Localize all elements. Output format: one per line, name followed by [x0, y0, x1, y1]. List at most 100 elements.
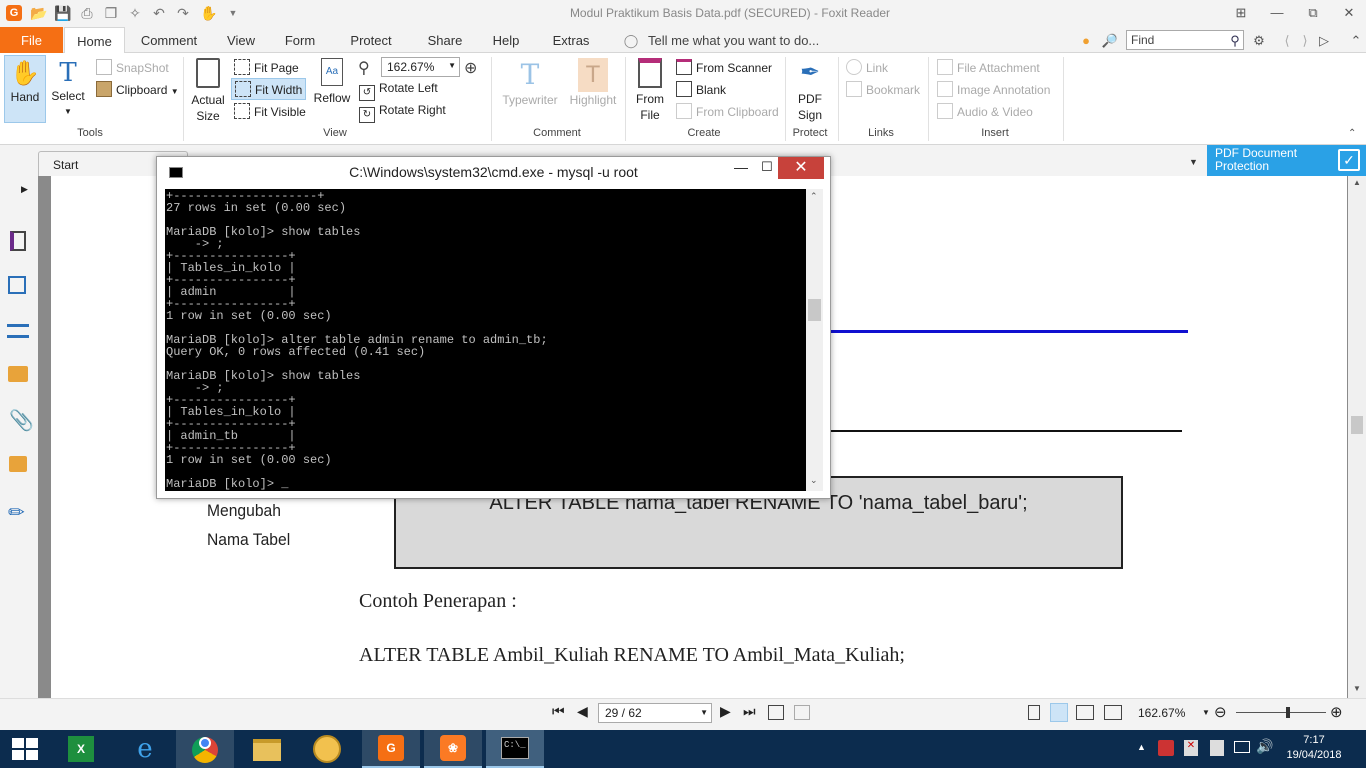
- zoom-select[interactable]: 162.67% ▼: [381, 57, 460, 77]
- scroll-thumb[interactable]: [808, 299, 821, 321]
- fit-visible-button[interactable]: Fit Visible: [234, 103, 306, 119]
- windows-start-icon[interactable]: [12, 738, 38, 760]
- tab-list-dropdown-icon[interactable]: ▼: [1189, 157, 1198, 167]
- battery-icon[interactable]: [1234, 741, 1250, 753]
- tab-protect[interactable]: Protect: [338, 27, 404, 53]
- settings-gear-icon[interactable]: ⚙: [1248, 27, 1270, 53]
- collapse-ribbon-icon[interactable]: ⌃: [1348, 128, 1356, 139]
- first-page-icon[interactable]: ⏮: [552, 703, 565, 720]
- tab-form[interactable]: Form: [276, 27, 324, 53]
- clock[interactable]: 7:17 19/04/2018: [1286, 733, 1342, 763]
- snapshot-button[interactable]: SnapShot: [96, 59, 169, 75]
- attachment-icon[interactable]: 📎: [9, 408, 34, 433]
- view-mode-alt-icon[interactable]: [794, 705, 810, 720]
- fit-page-button[interactable]: Fit Page: [234, 59, 299, 75]
- minimize-button[interactable]: —: [1262, 2, 1292, 24]
- restore-layout-icon[interactable]: ⊞: [1226, 2, 1256, 24]
- typewriter-button[interactable]: T Typewriter: [498, 58, 562, 108]
- hand-button[interactable]: ✋ Hand: [4, 55, 46, 123]
- zoom-level[interactable]: 162.67%: [1138, 706, 1185, 720]
- zoom-slider[interactable]: [1236, 707, 1326, 718]
- excel-taskbar-icon[interactable]: X: [52, 730, 110, 768]
- next-page-icon[interactable]: ▶: [720, 703, 731, 720]
- document-icon[interactable]: ▷: [1314, 27, 1334, 53]
- select-button[interactable]: T Select ▼: [48, 58, 88, 122]
- cmd-close-button[interactable]: ✕: [778, 157, 824, 179]
- tab-extras[interactable]: Extras: [544, 27, 598, 53]
- feedback-icon[interactable]: ●: [1076, 27, 1096, 53]
- rotate-left-button[interactable]: ↺ Rotate Left: [359, 81, 438, 101]
- single-page-icon[interactable]: [1028, 705, 1040, 720]
- clipboard-button[interactable]: Clipboard ▼: [96, 81, 179, 97]
- from-file-button[interactable]: From File: [630, 58, 670, 124]
- internet-explorer-taskbar-icon[interactable]: e: [116, 730, 174, 768]
- vertical-scrollbar[interactable]: ▲ ▼: [1348, 176, 1366, 698]
- xampp-taskbar-icon[interactable]: ❀: [424, 730, 482, 768]
- reflow-button[interactable]: Aa Reflow: [310, 58, 354, 108]
- network-warning-icon[interactable]: [1158, 740, 1174, 756]
- tray-expand-icon[interactable]: ▲: [1137, 742, 1146, 752]
- close-button[interactable]: ✕: [1334, 2, 1364, 24]
- from-scanner-button[interactable]: From Scanner: [676, 59, 772, 75]
- image-annotation-button[interactable]: Image Annotation: [937, 81, 1050, 97]
- view-mode-icon[interactable]: [768, 705, 784, 720]
- continuous-page-icon[interactable]: [1050, 703, 1068, 722]
- page-number-input[interactable]: 29 / 62 ▼: [598, 703, 712, 723]
- expand-panel-icon[interactable]: ▶: [21, 184, 28, 195]
- page-thumbnails-icon[interactable]: [10, 231, 26, 251]
- facing-page-icon[interactable]: [1076, 705, 1094, 720]
- zoom-slider-thumb[interactable]: [1286, 707, 1290, 718]
- file-explorer-taskbar-icon[interactable]: [238, 730, 296, 768]
- audio-video-button[interactable]: Audio & Video: [937, 103, 1033, 119]
- paint-taskbar-icon[interactable]: [298, 730, 356, 768]
- stacked-layers-icon[interactable]: [7, 324, 29, 338]
- cmd-scrollbar[interactable]: ⌃ ⌄: [806, 189, 823, 491]
- search-folder-icon[interactable]: 🔎: [1100, 27, 1120, 53]
- security-lock-icon[interactable]: [9, 456, 27, 472]
- cmd-taskbar-icon[interactable]: C:\_: [486, 730, 544, 768]
- fit-width-button[interactable]: Fit Width: [231, 78, 307, 100]
- maximize-button[interactable]: ⧉: [1298, 2, 1328, 24]
- file-menu[interactable]: File: [0, 27, 63, 53]
- signature-icon[interactable]: ✏: [8, 500, 25, 525]
- zoom-in-icon[interactable]: ⊕: [464, 58, 477, 78]
- zoom-dropdown-icon[interactable]: ▼: [1202, 708, 1210, 717]
- from-clipboard-button[interactable]: From Clipboard: [676, 103, 779, 119]
- prev-result-icon[interactable]: ⟨: [1280, 27, 1294, 53]
- link-button[interactable]: Link: [846, 59, 888, 75]
- tab-help[interactable]: Help: [484, 27, 528, 53]
- blank-button[interactable]: Blank: [676, 81, 726, 97]
- last-page-icon[interactable]: ⏭: [743, 703, 756, 720]
- layers-icon[interactable]: [8, 276, 26, 294]
- foxit-reader-taskbar-icon[interactable]: G: [362, 730, 420, 768]
- pdf-sign-button[interactable]: ✒ PDF Sign: [790, 58, 830, 124]
- zoom-in-icon[interactable]: ⊕: [1330, 703, 1343, 721]
- cmd-minimize-button[interactable]: —: [729, 159, 753, 177]
- tab-comment[interactable]: Comment: [134, 27, 204, 53]
- tab-home[interactable]: Home: [64, 27, 125, 54]
- volume-icon[interactable]: 🔊: [1256, 738, 1273, 755]
- next-result-icon[interactable]: ⟩: [1298, 27, 1312, 53]
- highlight-button[interactable]: T Highlight: [566, 58, 620, 108]
- bookmark-button[interactable]: Bookmark: [846, 81, 920, 97]
- file-attachment-button[interactable]: File Attachment: [937, 59, 1040, 75]
- tab-share[interactable]: Share: [420, 27, 470, 53]
- search-icon[interactable]: ⚲: [1226, 27, 1244, 53]
- pdf-tray-icon[interactable]: ✕: [1184, 740, 1198, 756]
- scroll-up-icon[interactable]: ⌃: [810, 191, 818, 202]
- tell-me-search[interactable]: Tell me what you want to do...: [648, 27, 828, 53]
- scroll-down-icon[interactable]: ⌄: [810, 475, 818, 486]
- zoom-out-icon[interactable]: ⊖: [1214, 703, 1227, 721]
- cmd-window[interactable]: C:\Windows\system32\cmd.exe - mysql -u r…: [156, 156, 831, 499]
- zoom-out-icon[interactable]: ⚲: [358, 58, 370, 78]
- continuous-facing-icon[interactable]: [1104, 705, 1122, 720]
- comments-icon[interactable]: [8, 366, 28, 382]
- scroll-thumb[interactable]: [1351, 416, 1363, 434]
- chrome-taskbar-icon[interactable]: [176, 730, 234, 768]
- console-output[interactable]: +--------------------+ 27 rows in set (0…: [165, 189, 806, 491]
- prev-page-icon[interactable]: ◀: [577, 703, 588, 720]
- flag-icon[interactable]: [1210, 740, 1224, 756]
- tab-view[interactable]: View: [218, 27, 264, 53]
- collapse-ribbon-icon[interactable]: ⌃: [1346, 27, 1366, 53]
- scroll-down-icon[interactable]: ▼: [1353, 684, 1361, 693]
